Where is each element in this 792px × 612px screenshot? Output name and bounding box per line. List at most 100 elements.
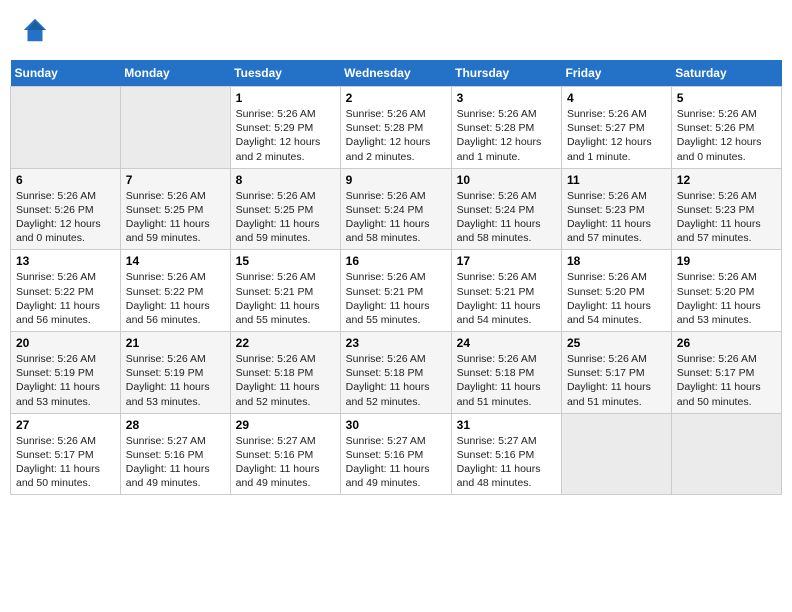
day-number: 21 [126, 336, 225, 350]
day-number: 31 [457, 418, 556, 432]
column-header-sunday: Sunday [11, 60, 121, 87]
day-content: Sunrise: 5:26 AMSunset: 5:18 PMDaylight:… [236, 352, 335, 409]
logo [20, 15, 54, 45]
column-header-tuesday: Tuesday [230, 60, 340, 87]
day-number: 26 [677, 336, 776, 350]
calendar-cell: 26 Sunrise: 5:26 AMSunset: 5:17 PMDayligh… [671, 332, 781, 414]
calendar-cell: 24 Sunrise: 5:26 AMSunset: 5:18 PMDayligh… [451, 332, 561, 414]
day-content: Sunrise: 5:26 AMSunset: 5:26 PMDaylight:… [16, 189, 115, 246]
calendar-cell: 6 Sunrise: 5:26 AMSunset: 5:26 PMDaylight… [11, 168, 121, 250]
day-content: Sunrise: 5:26 AMSunset: 5:17 PMDaylight:… [677, 352, 776, 409]
day-content: Sunrise: 5:26 AMSunset: 5:28 PMDaylight:… [346, 107, 446, 164]
day-number: 27 [16, 418, 115, 432]
day-number: 3 [457, 91, 556, 105]
day-content: Sunrise: 5:26 AMSunset: 5:29 PMDaylight:… [236, 107, 335, 164]
column-header-thursday: Thursday [451, 60, 561, 87]
day-content: Sunrise: 5:26 AMSunset: 5:27 PMDaylight:… [567, 107, 666, 164]
day-number: 12 [677, 173, 776, 187]
calendar-cell: 13 Sunrise: 5:26 AMSunset: 5:22 PMDayligh… [11, 250, 121, 332]
day-number: 1 [236, 91, 335, 105]
calendar-cell: 29 Sunrise: 5:27 AMSunset: 5:16 PMDayligh… [230, 413, 340, 495]
calendar-cell: 10 Sunrise: 5:26 AMSunset: 5:24 PMDayligh… [451, 168, 561, 250]
day-number: 14 [126, 254, 225, 268]
day-number: 6 [16, 173, 115, 187]
calendar-cell: 21Sunrise: 5:26 AMSunset: 5:19 PMDayligh… [120, 332, 230, 414]
day-content: Sunrise: 5:26 AMSunset: 5:17 PMDaylight:… [567, 352, 666, 409]
day-number: 19 [677, 254, 776, 268]
day-content: Sunrise: 5:26 AMSunset: 5:23 PMDaylight:… [567, 189, 666, 246]
day-content: Sunrise: 5:26 AMSunset: 5:24 PMDaylight:… [346, 189, 446, 246]
day-content: Sunrise: 5:26 AMSunset: 5:21 PMDaylight:… [457, 270, 556, 327]
day-content: Sunrise: 5:27 AMSunset: 5:16 PMDaylight:… [457, 434, 556, 491]
day-number: 24 [457, 336, 556, 350]
calendar-cell: 5Sunrise: 5:26 AMSunset: 5:26 PMDaylight… [671, 87, 781, 169]
day-content: Sunrise: 5:26 AMSunset: 5:22 PMDaylight:… [126, 270, 225, 327]
calendar-cell: 12 Sunrise: 5:26 AMSunset: 5:23 PMDayligh… [671, 168, 781, 250]
day-number: 5 [677, 91, 776, 105]
day-content: Sunrise: 5:26 AMSunset: 5:20 PMDaylight:… [567, 270, 666, 327]
day-number: 9 [346, 173, 446, 187]
calendar-cell: 1 Sunrise: 5:26 AMSunset: 5:29 PMDaylight… [230, 87, 340, 169]
day-content: Sunrise: 5:26 AMSunset: 5:23 PMDaylight:… [677, 189, 776, 246]
calendar-cell: 25 Sunrise: 5:26 AMSunset: 5:17 PMDayligh… [561, 332, 671, 414]
calendar-cell: 11 Sunrise: 5:26 AMSunset: 5:23 PMDayligh… [561, 168, 671, 250]
day-number: 17 [457, 254, 556, 268]
calendar-cell: 9 Sunrise: 5:26 AMSunset: 5:24 PMDaylight… [340, 168, 451, 250]
day-number: 22 [236, 336, 335, 350]
calendar-cell: 27 Sunrise: 5:26 AMSunset: 5:17 PMDayligh… [11, 413, 121, 495]
day-content: Sunrise: 5:26 AMSunset: 5:25 PMDaylight:… [236, 189, 335, 246]
day-content: Sunrise: 5:26 AMSunset: 5:21 PMDaylight:… [236, 270, 335, 327]
day-number: 20 [16, 336, 115, 350]
calendar-week-row: 20Sunrise: 5:26 AMSunset: 5:19 PMDayligh… [11, 332, 782, 414]
calendar-cell: 2 Sunrise: 5:26 AMSunset: 5:28 PMDaylight… [340, 87, 451, 169]
calendar-cell: 22 Sunrise: 5:26 AMSunset: 5:18 PMDayligh… [230, 332, 340, 414]
calendar-cell: 17 Sunrise: 5:26 AMSunset: 5:21 PMDayligh… [451, 250, 561, 332]
column-header-wednesday: Wednesday [340, 60, 451, 87]
day-number: 30 [346, 418, 446, 432]
calendar-week-row: 1 Sunrise: 5:26 AMSunset: 5:29 PMDaylight… [11, 87, 782, 169]
calendar-cell: 4Sunrise: 5:26 AMSunset: 5:27 PMDaylight… [561, 87, 671, 169]
day-content: Sunrise: 5:26 AMSunset: 5:17 PMDaylight:… [16, 434, 115, 491]
day-content: Sunrise: 5:26 AMSunset: 5:18 PMDaylight:… [346, 352, 446, 409]
day-content: Sunrise: 5:27 AMSunset: 5:16 PMDaylight:… [126, 434, 225, 491]
calendar-cell: 15 Sunrise: 5:26 AMSunset: 5:21 PMDayligh… [230, 250, 340, 332]
calendar-cell: 19Sunrise: 5:26 AMSunset: 5:20 PMDayligh… [671, 250, 781, 332]
day-content: Sunrise: 5:27 AMSunset: 5:16 PMDaylight:… [236, 434, 335, 491]
calendar-cell: 8 Sunrise: 5:26 AMSunset: 5:25 PMDaylight… [230, 168, 340, 250]
day-number: 23 [346, 336, 446, 350]
calendar-cell: 28 Sunrise: 5:27 AMSunset: 5:16 PMDayligh… [120, 413, 230, 495]
day-content: Sunrise: 5:26 AMSunset: 5:21 PMDaylight:… [346, 270, 446, 327]
day-number: 2 [346, 91, 446, 105]
calendar-cell [671, 413, 781, 495]
column-header-monday: Monday [120, 60, 230, 87]
calendar-header-row: SundayMondayTuesdayWednesdayThursdayFrid… [11, 60, 782, 87]
calendar-table: SundayMondayTuesdayWednesdayThursdayFrid… [10, 60, 782, 495]
day-number: 28 [126, 418, 225, 432]
day-number: 11 [567, 173, 666, 187]
day-number: 13 [16, 254, 115, 268]
calendar-cell: 16Sunrise: 5:26 AMSunset: 5:21 PMDayligh… [340, 250, 451, 332]
page-header [10, 10, 782, 50]
calendar-week-row: 6 Sunrise: 5:26 AMSunset: 5:26 PMDaylight… [11, 168, 782, 250]
calendar-cell [120, 87, 230, 169]
day-content: Sunrise: 5:26 AMSunset: 5:24 PMDaylight:… [457, 189, 556, 246]
calendar-cell: 30Sunrise: 5:27 AMSunset: 5:16 PMDayligh… [340, 413, 451, 495]
calendar-week-row: 13 Sunrise: 5:26 AMSunset: 5:22 PMDayligh… [11, 250, 782, 332]
day-number: 15 [236, 254, 335, 268]
day-number: 7 [126, 173, 225, 187]
calendar-cell: 14 Sunrise: 5:26 AMSunset: 5:22 PMDayligh… [120, 250, 230, 332]
day-number: 18 [567, 254, 666, 268]
calendar-cell [561, 413, 671, 495]
day-number: 8 [236, 173, 335, 187]
day-number: 25 [567, 336, 666, 350]
calendar-cell: 20Sunrise: 5:26 AMSunset: 5:19 PMDayligh… [11, 332, 121, 414]
day-content: Sunrise: 5:26 AMSunset: 5:22 PMDaylight:… [16, 270, 115, 327]
day-number: 10 [457, 173, 556, 187]
day-number: 29 [236, 418, 335, 432]
day-content: Sunrise: 5:26 AMSunset: 5:18 PMDaylight:… [457, 352, 556, 409]
calendar-cell: 18 Sunrise: 5:26 AMSunset: 5:20 PMDayligh… [561, 250, 671, 332]
calendar-cell: 7 Sunrise: 5:26 AMSunset: 5:25 PMDaylight… [120, 168, 230, 250]
column-header-friday: Friday [561, 60, 671, 87]
calendar-week-row: 27 Sunrise: 5:26 AMSunset: 5:17 PMDayligh… [11, 413, 782, 495]
day-content: Sunrise: 5:26 AMSunset: 5:25 PMDaylight:… [126, 189, 225, 246]
